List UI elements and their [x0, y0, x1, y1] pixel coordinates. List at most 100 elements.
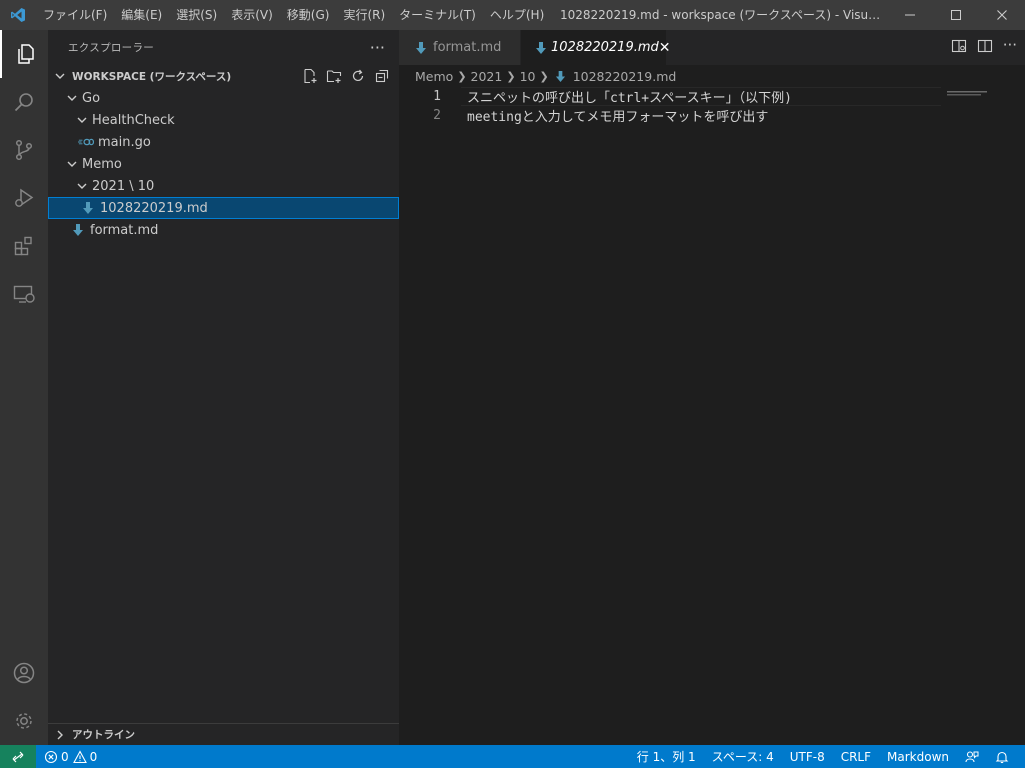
minimize-icon: [905, 14, 915, 16]
window-title: 1028220219.md - workspace (ワークスペース) - Vi…: [560, 8, 885, 22]
explorer-activity[interactable]: [0, 30, 48, 78]
tree-label: Go: [82, 90, 101, 106]
tree-label: 2021 \ 10: [92, 178, 155, 194]
chevron-down-icon: [74, 112, 90, 128]
outline-section[interactable]: アウトライン: [48, 723, 399, 745]
run-debug-icon: [15, 188, 34, 207]
language-mode[interactable]: Markdown: [879, 745, 957, 768]
notifications-icon[interactable]: [987, 745, 1017, 768]
menu-bar: ファイル(F) 編集(E) 選択(S) 表示(V) 移動(G) 実行(R) ター…: [36, 0, 551, 30]
status-right: 行 1、列 1 スペース: 4 UTF-8 CRLF Markdown: [629, 745, 1017, 768]
menu-go[interactable]: 移動(G): [280, 0, 337, 30]
chevron-right-icon: ❯: [539, 69, 549, 83]
vscode-logo-icon: [0, 0, 36, 30]
explorer-sidebar: エクスプローラー ··· WORKSPACE (ワークスペース) Go Heal…: [48, 30, 399, 745]
remote-icon: [12, 751, 24, 762]
activity-bar: [0, 30, 48, 745]
indentation[interactable]: スペース: 4: [704, 745, 782, 768]
search-activity[interactable]: [0, 78, 48, 126]
split-editor-icon[interactable]: [977, 38, 993, 58]
accounts-activity[interactable]: [0, 649, 48, 697]
code-editor[interactable]: 1 スニペットの呼び出し「ctrl+スペースキー」（以下例) 2 meeting…: [399, 87, 941, 125]
line-number: 1: [433, 89, 441, 104]
tree-label: 1028220219.md: [100, 200, 208, 216]
remote-explorer-activity[interactable]: [0, 270, 48, 318]
tree-folder-healthcheck[interactable]: HealthCheck: [48, 109, 399, 131]
tree-file-1028220219-md[interactable]: 1028220219.md: [48, 197, 399, 219]
markdown-file-icon: [70, 222, 86, 238]
tree-label: Memo: [82, 156, 122, 172]
error-count: 0: [61, 749, 69, 764]
feedback-icon[interactable]: [957, 745, 987, 768]
menu-edit[interactable]: 編集(E): [114, 0, 169, 30]
extensions-activity[interactable]: [0, 222, 48, 270]
gear-icon: [16, 713, 32, 729]
close-window-button[interactable]: [979, 0, 1025, 30]
code-line[interactable]: 1 スニペットの呼び出し「ctrl+スペースキー」（以下例): [399, 87, 941, 106]
status-bar: 0 0 行 1、列 1 スペース: 4 UTF-8 CRLF Markdown: [0, 745, 1025, 768]
tab-bar: format.md 1028220219.md ✕ ···: [399, 30, 1025, 65]
refresh-icon[interactable]: [349, 67, 367, 85]
tab-format-md[interactable]: format.md: [399, 30, 521, 65]
files-icon: [18, 44, 34, 64]
close-tab-icon[interactable]: ✕: [659, 40, 671, 56]
maximize-button[interactable]: [933, 0, 979, 30]
minimize-button[interactable]: [887, 0, 933, 30]
breadcrumb-item[interactable]: 2021: [471, 69, 503, 84]
breadcrumb-item[interactable]: 10: [520, 69, 536, 84]
run-debug-activity[interactable]: [0, 174, 48, 222]
tree-folder-memo[interactable]: Memo: [48, 153, 399, 175]
remote-explorer-icon: [13, 285, 35, 303]
chevron-down-icon: [52, 68, 68, 84]
menu-help[interactable]: ヘルプ(H): [483, 0, 551, 30]
collapse-all-icon[interactable]: [373, 67, 391, 85]
extensions-icon: [14, 236, 32, 256]
tree-label: main.go: [98, 134, 151, 150]
chevron-down-icon: [74, 178, 90, 194]
manage-activity[interactable]: [0, 697, 48, 745]
markdown-file-icon: [80, 200, 96, 216]
menu-terminal[interactable]: ターミナル(T): [392, 0, 483, 30]
code-line[interactable]: 2 meetingと入力してメモ用フォーマットを呼び出す: [399, 106, 939, 125]
menu-view[interactable]: 表示(V): [224, 0, 280, 30]
end-of-line[interactable]: CRLF: [833, 745, 879, 768]
problems-indicator[interactable]: 0 0: [36, 745, 105, 768]
new-file-icon[interactable]: [301, 67, 319, 85]
window-controls: [887, 0, 1025, 30]
more-actions-icon[interactable]: ···: [1003, 38, 1017, 58]
source-control-activity[interactable]: [0, 126, 48, 174]
tree-folder-go[interactable]: Go: [48, 87, 399, 109]
remote-indicator[interactable]: [0, 745, 36, 768]
tree-file-format-md[interactable]: format.md: [48, 219, 399, 241]
chevron-down-icon: [64, 156, 80, 172]
tab-1028220219-md[interactable]: 1028220219.md ✕: [521, 30, 671, 65]
tree-label: HealthCheck: [92, 112, 175, 128]
markdown-file-icon: [535, 40, 547, 56]
new-folder-icon[interactable]: [325, 67, 343, 85]
breadcrumb-item[interactable]: 1028220219.md: [573, 69, 677, 84]
explorer-header: エクスプローラー ···: [48, 30, 399, 65]
menu-file[interactable]: ファイル(F): [36, 0, 114, 30]
source-control-icon: [15, 139, 33, 161]
tree-folder-2021-10[interactable]: 2021 \ 10: [48, 175, 399, 197]
title-bar: ファイル(F) 編集(E) 選択(S) 表示(V) 移動(G) 実行(R) ター…: [0, 0, 1025, 30]
minimap[interactable]: [947, 87, 997, 96]
menu-selection[interactable]: 選択(S): [169, 0, 224, 30]
outline-label: アウトライン: [72, 729, 135, 741]
tab-label: 1028220219.md: [551, 40, 659, 55]
encoding[interactable]: UTF-8: [782, 745, 833, 768]
warning-count: 0: [89, 749, 98, 764]
breadcrumb: Memo ❯ 2021 ❯ 10 ❯ 1028220219.md: [399, 65, 1025, 87]
line-text[interactable]: meetingと入力してメモ用フォーマットを呼び出す: [467, 106, 768, 125]
more-actions-icon[interactable]: ···: [370, 39, 385, 55]
breadcrumb-item[interactable]: Memo: [415, 69, 453, 84]
go-file-icon: [78, 134, 94, 150]
error-icon: [44, 750, 58, 763]
workspace-header[interactable]: WORKSPACE (ワークスペース): [48, 65, 399, 87]
line-number: 2: [433, 108, 441, 123]
open-preview-icon[interactable]: [951, 38, 967, 58]
cursor-position[interactable]: 行 1、列 1: [629, 745, 704, 768]
tree-file-main-go[interactable]: main.go: [48, 131, 399, 153]
menu-run[interactable]: 実行(R): [336, 0, 392, 30]
account-icon: [13, 662, 35, 684]
